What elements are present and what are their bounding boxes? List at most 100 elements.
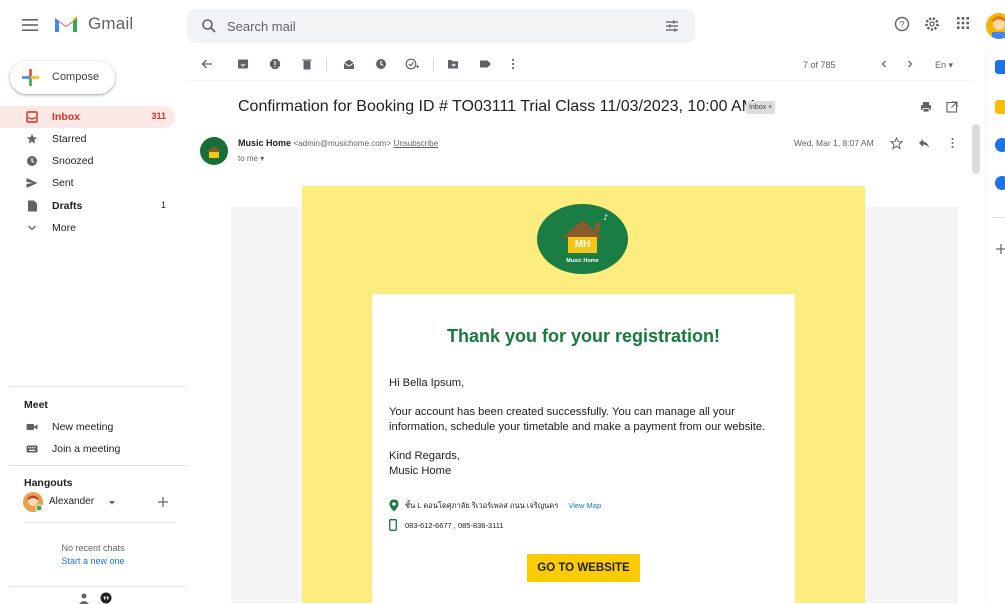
tasks-icon[interactable]: [995, 138, 1005, 152]
nav-item-starred[interactable]: Starred: [0, 128, 175, 150]
nav-label: Snoozed: [52, 155, 94, 167]
nav-label: Inbox: [52, 111, 80, 123]
language-selector[interactable]: En ▾: [935, 60, 953, 71]
gmail-logo[interactable]: Gmail: [53, 14, 133, 34]
send-icon: [26, 178, 38, 188]
snooze-icon[interactable]: [375, 58, 387, 70]
settings-icon[interactable]: [924, 16, 940, 32]
video-camera-icon: [26, 424, 38, 430]
compose-button[interactable]: Compose: [10, 61, 115, 94]
chevron-left-icon[interactable]: [879, 58, 889, 70]
svg-text:?: ?: [899, 20, 904, 30]
get-addons-icon[interactable]: [996, 244, 1005, 254]
registration-heading: Thank you for your registration!: [446, 326, 721, 346]
open-in-new-window-icon[interactable]: [946, 101, 958, 113]
join-meeting-button[interactable]: Join a meeting: [0, 438, 175, 460]
caret-down-icon[interactable]: [108, 500, 116, 506]
hangouts-user-row[interactable]: Alexander: [23, 492, 183, 514]
phone-icon: [389, 519, 397, 531]
signature-text: Music Home: [389, 465, 452, 477]
toolbar-divider: [186, 80, 971, 81]
move-to-icon[interactable]: [447, 58, 459, 70]
regards-text: Kind Regards,: [389, 450, 460, 462]
nav-item-inbox[interactable]: Inbox 311: [0, 106, 175, 128]
unsubscribe-link[interactable]: Unsubscribe: [394, 139, 438, 148]
add-chat-icon[interactable]: [157, 496, 169, 508]
reply-icon[interactable]: [918, 138, 930, 149]
report-spam-icon[interactable]: [269, 58, 281, 70]
nav-label: Starred: [52, 133, 87, 145]
email-scrollbar[interactable]: [972, 124, 980, 174]
email-date: Wed, Mar 1, 8:07 AM: [794, 138, 874, 148]
search-options-icon[interactable]: [665, 19, 679, 33]
sender-name: Music Home: [238, 138, 292, 148]
recipient-label: to me: [238, 154, 259, 163]
recipient-details[interactable]: to me ▾: [238, 154, 264, 163]
nav-item-drafts[interactable]: Drafts 1: [0, 195, 175, 217]
sidebar-divider: [9, 465, 186, 466]
calendar-icon[interactable]: [995, 60, 1005, 74]
gmail-m-icon: [55, 16, 77, 32]
nav-label: More: [52, 222, 76, 234]
toolbar-separator: [433, 58, 434, 72]
start-new-chat-link[interactable]: Start a new one: [0, 556, 186, 566]
go-to-website-button[interactable]: GO TO WEBSITE: [527, 554, 640, 582]
address-text: ชั้น L คอนโดศุภาลัย ริเวอร์เพลส ถนน เจริ…: [405, 500, 559, 510]
delete-icon[interactable]: [301, 58, 313, 70]
more-options-icon[interactable]: [510, 58, 516, 70]
sender-email: <admin@musichome.com>: [293, 139, 392, 148]
language-label: En: [935, 60, 947, 70]
svg-text:♪: ♪: [603, 213, 608, 222]
apps-grid-icon[interactable]: [956, 16, 970, 30]
inbox-label-chip[interactable]: Inbox ×: [746, 101, 776, 114]
draft-icon: [28, 200, 37, 212]
greeting-text: Hi Bella Ipsum,: [389, 377, 465, 389]
nav-item-snoozed[interactable]: Snoozed: [0, 150, 175, 172]
sidebar: Compose Inbox 311 Starred Snoozed Sent D…: [0, 52, 186, 604]
no-recent-chats: No recent chats: [61, 543, 125, 553]
email-subject: Confirmation for Booking ID # TO03111 Tr…: [238, 98, 756, 115]
join-meeting-label: Join a meeting: [52, 443, 121, 455]
sender-avatar: [200, 137, 228, 165]
draft-count: 1: [160, 200, 166, 210]
meet-title: Meet: [24, 399, 48, 411]
person-icon[interactable]: [78, 592, 90, 604]
top-bar: Gmail ?: [0, 0, 1005, 52]
hangouts-avatar: [23, 492, 43, 512]
message-more-icon[interactable]: [950, 137, 955, 149]
app-name: Gmail: [88, 14, 134, 33]
side-panel-divider: [992, 217, 1005, 218]
location-pin-icon: [389, 499, 399, 512]
contacts-icon[interactable]: [995, 176, 1005, 190]
print-icon[interactable]: [920, 101, 932, 113]
view-map-link[interactable]: View Map: [568, 501, 601, 510]
star-icon: [26, 133, 38, 144]
hangouts-chat-icon[interactable]: [100, 592, 112, 604]
sidebar-divider: [9, 386, 186, 387]
hangouts-username: Alexander: [49, 496, 95, 507]
label-icon[interactable]: [479, 58, 492, 70]
inbox-icon: [26, 111, 38, 123]
chevron-right-icon[interactable]: [905, 58, 915, 70]
star-message-icon[interactable]: [890, 137, 903, 150]
new-meeting-button[interactable]: New meeting: [0, 416, 175, 438]
keep-icon[interactable]: [995, 100, 1005, 114]
search-icon[interactable]: [201, 18, 217, 34]
sender-info: Music Home <admin@musichome.com> Unsubsc…: [238, 138, 438, 148]
phone-numbers: 083-612-6677 , 085-836-3111: [405, 520, 504, 530]
mark-unread-icon[interactable]: [343, 58, 355, 70]
logo-initials: MH: [574, 239, 591, 250]
nav-item-sent[interactable]: Sent: [0, 172, 175, 194]
add-to-tasks-icon[interactable]: [405, 58, 419, 70]
nav-item-more[interactable]: More: [0, 217, 175, 239]
main-menu-icon[interactable]: [21, 16, 39, 34]
search-input[interactable]: [227, 17, 627, 35]
nav-label: Drafts: [52, 200, 83, 212]
help-icon[interactable]: ?: [894, 16, 910, 32]
music-home-logo: ♪ MH Music Home: [537, 204, 628, 274]
back-arrow-icon[interactable]: [201, 58, 213, 70]
archive-icon[interactable]: [237, 58, 249, 70]
pagination-count: 7 of 785: [803, 60, 836, 70]
account-avatar[interactable]: [986, 13, 1005, 39]
side-panel: [985, 52, 1005, 603]
